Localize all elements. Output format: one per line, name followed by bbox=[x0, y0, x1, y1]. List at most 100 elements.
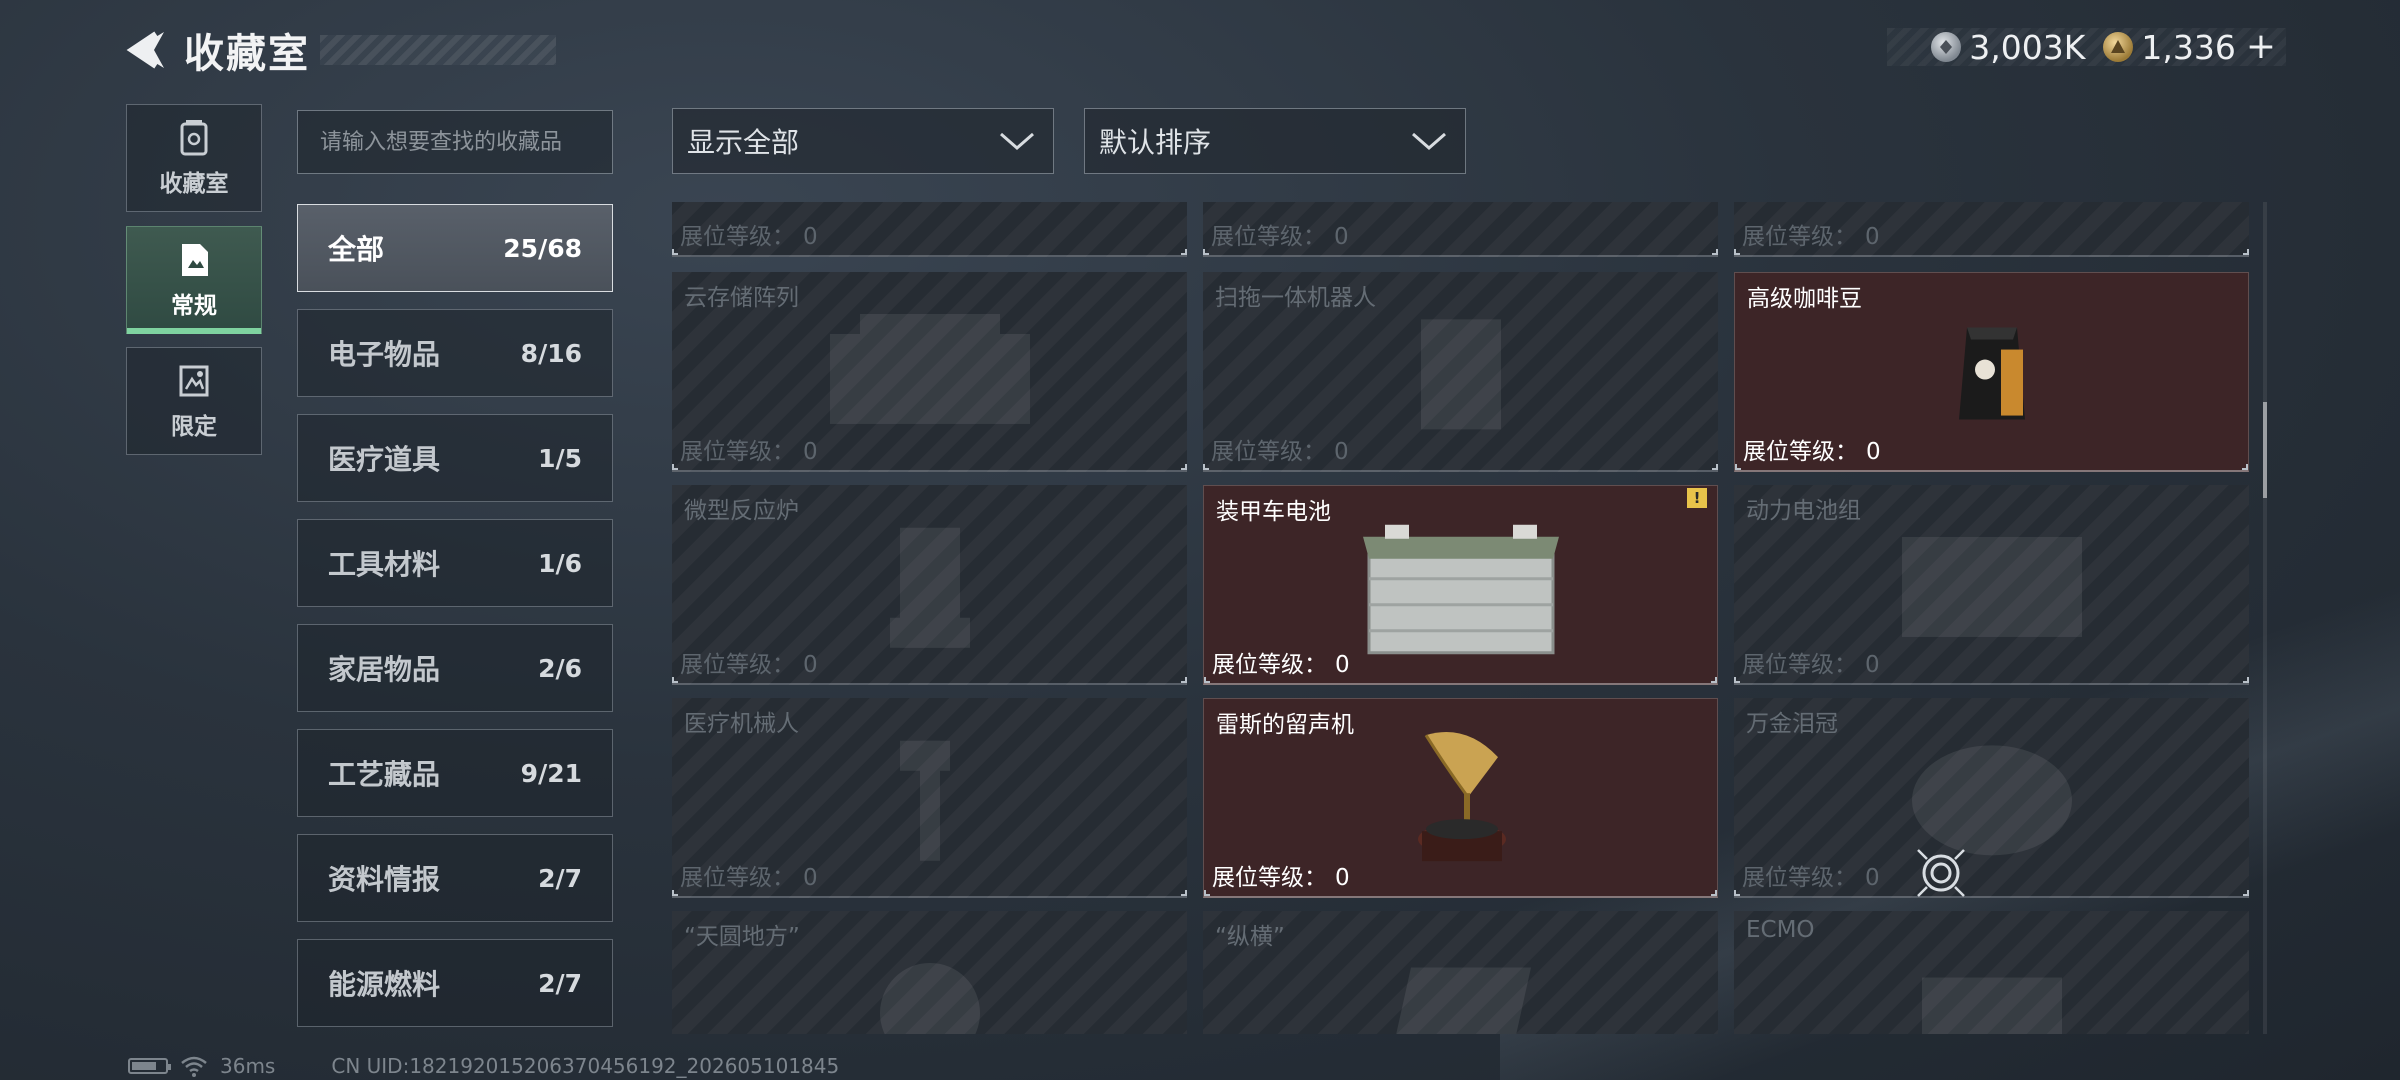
category-count: 2/6 bbox=[538, 653, 582, 683]
item-name: 装甲车电池 bbox=[1216, 499, 1331, 525]
coffee-bag-image bbox=[1947, 319, 2037, 433]
item-name: 云存储阵列 bbox=[684, 285, 799, 311]
category-medical[interactable]: 医疗道具 1/5 bbox=[297, 414, 613, 502]
gold-currency: 1,336 + bbox=[2103, 28, 2276, 67]
collection-grid: 展位等级： 0 展位等级： 0 展位等级： 0 云存储阵列 展位等级： 0 扫拖一体机器… bbox=[670, 202, 2252, 1034]
category-household[interactable]: 家居物品 2/6 bbox=[297, 624, 613, 712]
item-name: 动力电池组 bbox=[1746, 498, 1861, 524]
crosshair-icon bbox=[1917, 849, 1965, 897]
category-electronics[interactable]: 电子物品 8/16 bbox=[297, 309, 613, 397]
category-count: 1/5 bbox=[538, 443, 582, 473]
collection-card[interactable]: 微型反应炉 展位等级： 0 bbox=[672, 485, 1187, 685]
scrollbar-thumb[interactable] bbox=[2263, 402, 2267, 498]
back-arrow-icon bbox=[126, 31, 164, 69]
category-tools[interactable]: 工具材料 1/6 bbox=[297, 519, 613, 607]
category-energy[interactable]: 能源燃料 2/7 bbox=[297, 939, 613, 1027]
chevron-down-icon bbox=[1000, 132, 1034, 150]
gold-amount: 1,336 bbox=[2141, 27, 2236, 67]
gold-coin-icon bbox=[2103, 32, 2134, 62]
booth-level: 展位等级： 0 bbox=[680, 865, 818, 891]
add-currency-button[interactable]: + bbox=[2246, 29, 2276, 65]
silver-amount: 3,003K bbox=[1969, 27, 2086, 67]
locate-target-button[interactable] bbox=[1914, 846, 1968, 900]
side-tab-limited[interactable]: 限定 bbox=[126, 347, 262, 455]
collection-card[interactable]: 高级咖啡豆 展位等级： 0 bbox=[1734, 272, 2249, 472]
page-header: 收藏室 bbox=[124, 24, 556, 77]
item-name: 雷斯的留声机 bbox=[1216, 712, 1354, 738]
server-array-silhouette bbox=[820, 313, 1040, 438]
sort-dropdown[interactable]: 默认排序 bbox=[1084, 108, 1466, 174]
collection-card[interactable]: 展位等级： 0 bbox=[672, 202, 1187, 257]
category-count: 2/7 bbox=[538, 863, 582, 893]
collection-card[interactable]: 展位等级： 0 bbox=[1203, 202, 1718, 257]
chessboard-silhouette bbox=[1381, 958, 1541, 1034]
display-filter-dropdown[interactable]: 显示全部 bbox=[672, 108, 1054, 174]
item-name: 万金泪冠 bbox=[1746, 711, 1838, 737]
collection-card[interactable]: 医疗机械人 展位等级： 0 bbox=[672, 698, 1187, 898]
warning-badge: ! bbox=[1687, 488, 1707, 508]
category-intel[interactable]: 资料情报 2/7 bbox=[297, 834, 613, 922]
back-button[interactable] bbox=[124, 27, 170, 73]
category-label: 工具材料 bbox=[328, 548, 441, 581]
item-name: 微型反应炉 bbox=[684, 498, 799, 524]
category-count: 9/21 bbox=[520, 758, 582, 788]
category-label: 资料情报 bbox=[328, 863, 441, 896]
item-name: ECMO bbox=[1746, 917, 1815, 943]
category-label: 能源燃料 bbox=[328, 968, 441, 1001]
ecmo-silhouette bbox=[1912, 958, 2072, 1034]
display-filter-value: 显示全部 bbox=[687, 126, 800, 159]
collection-card[interactable]: 扫拖一体机器人 展位等级： 0 bbox=[1203, 272, 1718, 472]
side-tab-label: 收藏室 bbox=[159, 171, 229, 197]
armillary-sphere-silhouette bbox=[870, 953, 990, 1034]
collection-card[interactable]: 雷斯的留声机 展位等级： 0 bbox=[1203, 698, 1718, 898]
item-name: “纵横” bbox=[1215, 924, 1285, 950]
category-count: 8/16 bbox=[520, 338, 582, 368]
item-name: “天圆地方” bbox=[684, 924, 800, 950]
grid-scrollbar[interactable] bbox=[2263, 202, 2267, 1034]
category-label: 全部 bbox=[328, 233, 385, 266]
collection-card[interactable]: ECMO bbox=[1734, 911, 2249, 1034]
silver-currency: 3,003K bbox=[1931, 28, 2085, 67]
medical-robot-silhouette bbox=[880, 731, 980, 875]
battery-icon bbox=[128, 1058, 171, 1074]
side-tab-label: 限定 bbox=[171, 414, 217, 440]
gramophone-image bbox=[1406, 727, 1516, 881]
item-name: 扫拖一体机器人 bbox=[1215, 285, 1376, 311]
wifi-icon bbox=[181, 1056, 207, 1077]
collection-card[interactable]: “天圆地方” bbox=[672, 911, 1187, 1034]
battery-pack-silhouette bbox=[1892, 527, 2092, 651]
booth-level: 展位等级： 0 bbox=[1212, 652, 1350, 678]
silver-coin-icon bbox=[1931, 32, 1962, 62]
collection-card[interactable]: 展位等级： 0 bbox=[1734, 202, 2249, 257]
chevron-down-icon bbox=[1412, 132, 1446, 150]
side-tab-vault[interactable]: 收藏室 bbox=[126, 104, 262, 212]
collection-card[interactable]: 云存储阵列 展位等级： 0 bbox=[672, 272, 1187, 472]
search-box[interactable] bbox=[297, 110, 613, 174]
title-decoration bbox=[320, 35, 556, 65]
booth-level: 展位等级： 0 bbox=[1211, 224, 1349, 250]
collection-card[interactable]: 装甲车电池 ! 展位等级： 0 bbox=[1203, 485, 1718, 685]
currency-bar: 3,003K 1,336 + bbox=[1887, 28, 2286, 67]
category-label: 电子物品 bbox=[328, 338, 441, 371]
status-footer: 36ms CN UID:18219201520637045619​2_20260… bbox=[128, 1054, 839, 1078]
booth-level: 展位等级： 0 bbox=[680, 224, 818, 250]
booth-level: 展位等级： 0 bbox=[1742, 865, 1880, 891]
category-all[interactable]: 全部 25/68 bbox=[297, 204, 613, 292]
collection-card[interactable]: 动力电池组 展位等级： 0 bbox=[1734, 485, 2249, 685]
category-label: 工艺藏品 bbox=[328, 758, 441, 791]
armored-battery-image bbox=[1362, 518, 1559, 662]
category-crafts[interactable]: 工艺藏品 9/21 bbox=[297, 729, 613, 817]
sort-value: 默认排序 bbox=[1099, 126, 1212, 159]
robot-vacuum-silhouette bbox=[1411, 309, 1511, 443]
search-input[interactable] bbox=[320, 129, 590, 155]
category-count: 25/68 bbox=[503, 233, 582, 263]
category-label: 医疗道具 bbox=[328, 443, 441, 476]
side-tab-label: 常规 bbox=[171, 293, 217, 319]
collection-card[interactable]: “纵横” bbox=[1203, 911, 1718, 1034]
limited-icon bbox=[179, 365, 209, 397]
booth-level: 展位等级： 0 bbox=[1212, 865, 1350, 891]
side-tab-regular[interactable]: 常规 bbox=[126, 226, 262, 334]
collection-card[interactable]: 万金泪冠 展位等级： 0 bbox=[1734, 698, 2249, 898]
item-name: 医疗机械人 bbox=[684, 711, 799, 737]
category-count: 2/7 bbox=[538, 968, 582, 998]
